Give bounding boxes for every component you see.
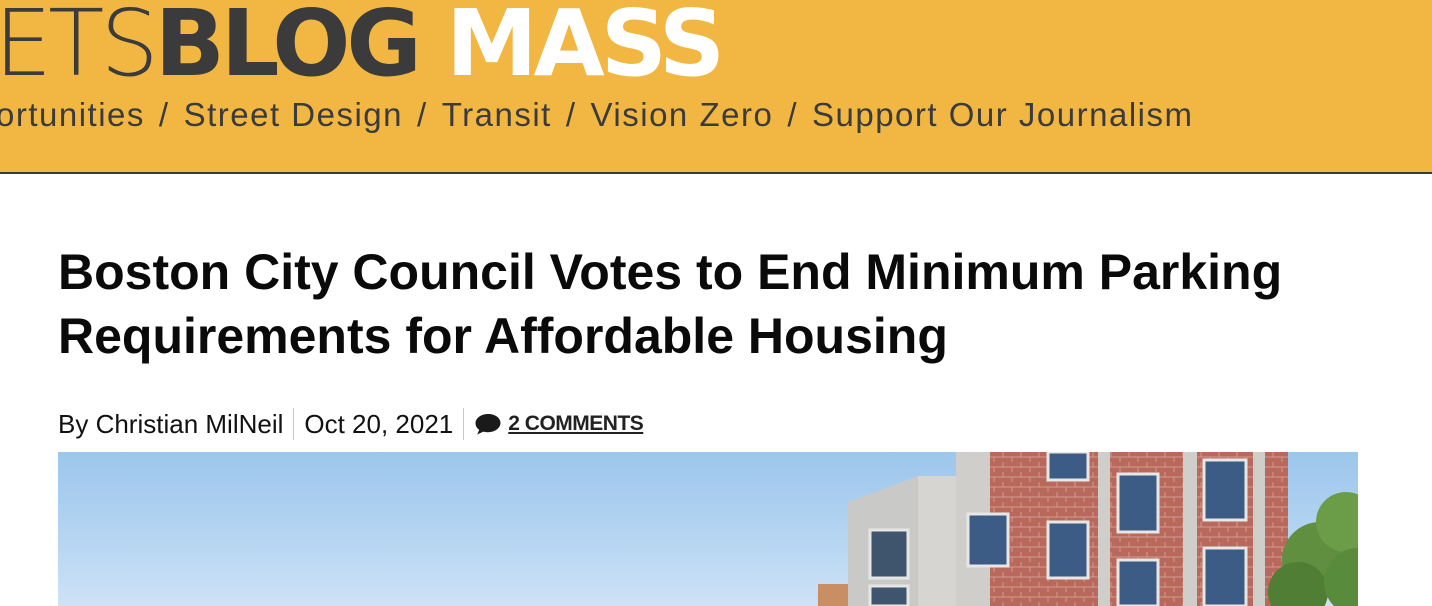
logo-text-part2: BLOG xyxy=(154,0,422,97)
nav-item-opportunities[interactable]: ortunities xyxy=(0,96,145,133)
nav-separator: / xyxy=(158,96,170,133)
building-illustration xyxy=(818,452,1358,606)
nav-separator: / xyxy=(787,96,798,133)
site-masthead: ETSBLOG MASS ortunities / Street Design / Tra… xyxy=(0,0,1432,174)
nav-item-support-journalism[interactable]: Support Our Journalism xyxy=(812,96,1193,133)
comments-link[interactable]: 2 COMMENTS xyxy=(474,412,644,436)
meta-divider xyxy=(293,408,295,440)
article-title: Boston City Council Votes to End Minimum… xyxy=(58,240,1378,368)
nav-separator: / xyxy=(417,96,428,133)
article-date: Oct 20, 2021 xyxy=(304,408,454,439)
nav-item-transit[interactable]: Transit xyxy=(442,96,552,133)
speech-bubble-icon xyxy=(475,414,501,435)
nav-item-vision-zero[interactable]: Vision Zero xyxy=(591,96,774,133)
nav-item-street-design[interactable]: Street Design xyxy=(184,96,403,133)
article-title-line2: Requirements for Affordable Housing xyxy=(58,308,948,364)
article-meta: By Christian MilNeil Oct 20, 2021 2 COMM… xyxy=(58,406,644,442)
site-logo[interactable]: ETSBLOG MASS xyxy=(0,0,725,90)
nav-separator: / xyxy=(565,96,577,133)
logo-text-part3: MASS xyxy=(445,0,725,97)
logo-text-part1: ETS xyxy=(0,0,159,97)
meta-divider xyxy=(463,408,465,440)
article-title-line1: Boston City Council Votes to End Minimum… xyxy=(58,244,1283,300)
comments-count: 2 COMMENTS xyxy=(508,412,644,435)
article-byline[interactable]: By Christian MilNeil xyxy=(58,409,283,440)
main-nav: ortunities / Street Design / Transit / Vision … xyxy=(0,96,1193,134)
article-hero-image xyxy=(58,452,1358,606)
